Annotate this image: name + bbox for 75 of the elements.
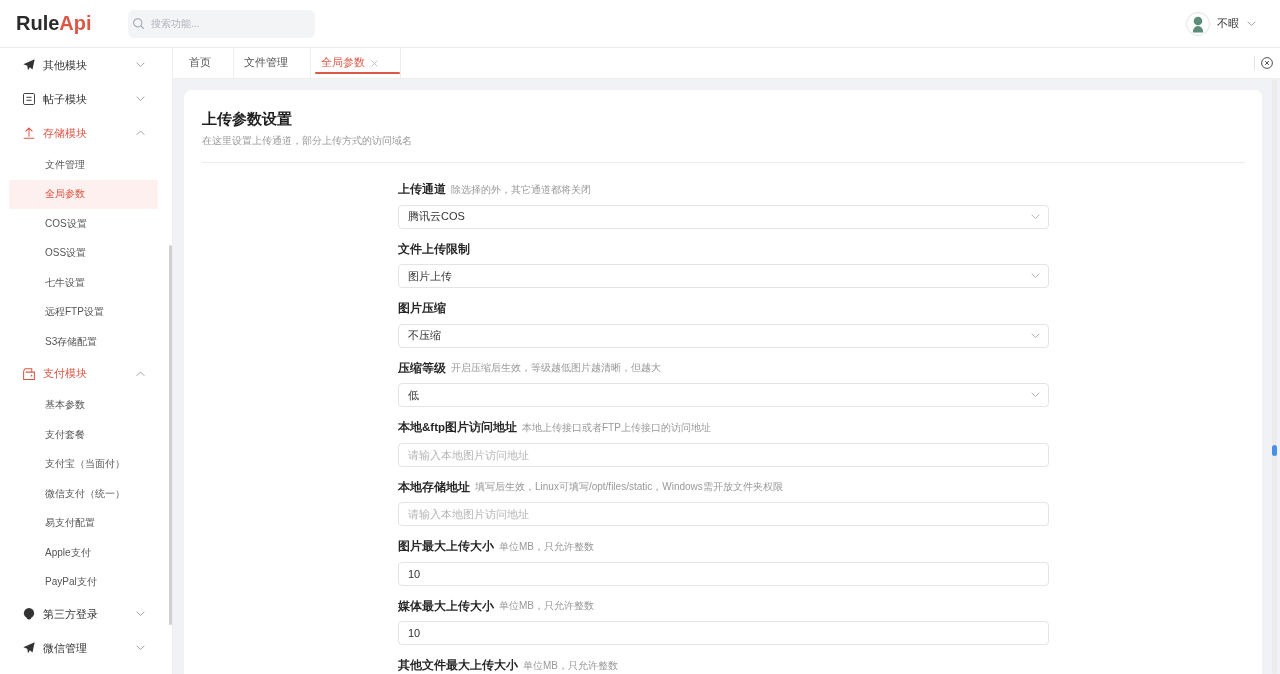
field-label: 媒体最大上传大小	[398, 598, 494, 614]
field-label: 文件上传限制	[398, 241, 470, 257]
field-hint: 开启压缩后生效，等级越低图片越清晰，但越大	[451, 361, 661, 375]
submenu-item[interactable]: 微信支付（统一）	[9, 479, 158, 509]
chevron-down-icon	[1031, 213, 1040, 220]
dropdown[interactable]: 图片上传	[398, 264, 1049, 288]
dropdown[interactable]: 不压缩	[398, 323, 1049, 348]
sidebar-item[interactable]: 存储模块	[0, 116, 172, 150]
submenu-item[interactable]: Apple支付	[9, 538, 158, 568]
tab[interactable]: 文件管理	[234, 48, 311, 78]
field-label: 压缩等级	[398, 360, 446, 376]
close-icon[interactable]	[371, 59, 378, 67]
upload-icon	[23, 127, 35, 139]
scrollbar-track[interactable]	[1272, 79, 1277, 674]
field-label: 上传通道	[398, 182, 446, 197]
submenu-item[interactable]: 远程FTP设置	[9, 297, 158, 327]
search-icon	[133, 18, 144, 29]
field-hint: 本地上传接口或者FTP上传接口的访问地址	[522, 420, 711, 435]
paper-plane-icon	[23, 642, 35, 654]
input-field[interactable]: 请输入本地图片访问地址	[398, 502, 1049, 526]
wallet-icon	[23, 367, 35, 380]
dropdown[interactable]: 腾讯云COS	[398, 204, 1049, 229]
sidebar-item[interactable]: 支付模块	[0, 356, 172, 391]
field-hint: 单位MB，只允许整数	[523, 658, 618, 673]
chevron-down-icon[interactable]	[1247, 20, 1256, 27]
scrollbar-thumb[interactable]	[1272, 445, 1277, 456]
field-label: 本地存储地址	[398, 479, 470, 495]
submenu-item[interactable]: 全局参数	[9, 179, 158, 209]
tab[interactable]: 全局参数	[311, 48, 401, 78]
chevron-up-icon	[136, 370, 145, 377]
user-name[interactable]: 不暇	[1217, 16, 1239, 31]
chevron-down-icon	[1031, 392, 1040, 398]
submenu-item[interactable]: 易支付配置	[9, 508, 158, 538]
field-hint: 单位MB，只允许整数	[499, 539, 594, 554]
chevron-down-icon	[136, 645, 145, 651]
submenu-item[interactable]: 七牛设置	[9, 268, 158, 298]
chevron-down-icon	[136, 611, 145, 617]
paper-plane-icon	[23, 59, 35, 71]
chevron-down-icon	[136, 62, 145, 68]
chevron-down-icon	[136, 96, 145, 102]
submenu-item[interactable]: COS设置	[9, 209, 158, 239]
chevron-up-icon	[136, 130, 145, 136]
submenu-item[interactable]: 文件管理	[9, 150, 158, 180]
input-field[interactable]: 10	[398, 621, 1049, 645]
dropdown[interactable]: 低	[398, 383, 1049, 407]
submenu-item[interactable]: 支付宝（当面付）	[9, 449, 158, 479]
avatar[interactable]	[1186, 11, 1210, 36]
field-label: 本地&ftp图片访问地址	[398, 420, 517, 435]
field-hint: 填写后生效，Linux可填写/opt/files/static，Windows需开放文件夹权限	[475, 480, 783, 494]
submenu-item[interactable]: S3存储配置	[9, 327, 158, 357]
field-label: 其他文件最大上传大小	[398, 658, 518, 673]
scrollbar-thumb[interactable]	[169, 245, 172, 625]
page-title: 上传参数设置	[202, 109, 293, 129]
field-hint: 除选择的外，其它通道都将关闭	[451, 182, 591, 197]
submenu-item[interactable]: 基本参数	[9, 390, 158, 420]
submenu-item[interactable]: 支付套餐	[9, 420, 158, 450]
sidebar-item[interactable]: 其他模块	[0, 48, 172, 82]
bulb-icon	[23, 608, 35, 620]
chevron-down-icon	[1031, 332, 1040, 339]
message-icon	[23, 93, 35, 105]
sidebar-item[interactable]: 帖子模块	[0, 82, 172, 116]
input-field[interactable]: 请输入本地图片访问地址	[398, 442, 1049, 467]
page-subtitle: 在这里设置上传通道，部分上传方式的访问域名	[202, 134, 413, 148]
field-hint: 单位MB，只允许整数	[499, 599, 594, 613]
chevron-down-icon	[1031, 273, 1040, 279]
input-field[interactable]: 10	[398, 561, 1049, 586]
logo: RuleApi	[16, 12, 93, 35]
submenu-item[interactable]: PayPal支付	[9, 567, 158, 597]
field-label: 图片压缩	[398, 301, 446, 316]
submenu-item[interactable]: OSS设置	[9, 238, 158, 268]
tab[interactable]: 首页	[179, 48, 234, 78]
field-label: 图片最大上传大小	[398, 539, 494, 554]
close-circle-icon[interactable]	[1261, 57, 1273, 69]
sidebar-item[interactable]: 微信管理	[0, 631, 172, 665]
sidebar-item[interactable]: 第三方登录	[0, 597, 172, 631]
